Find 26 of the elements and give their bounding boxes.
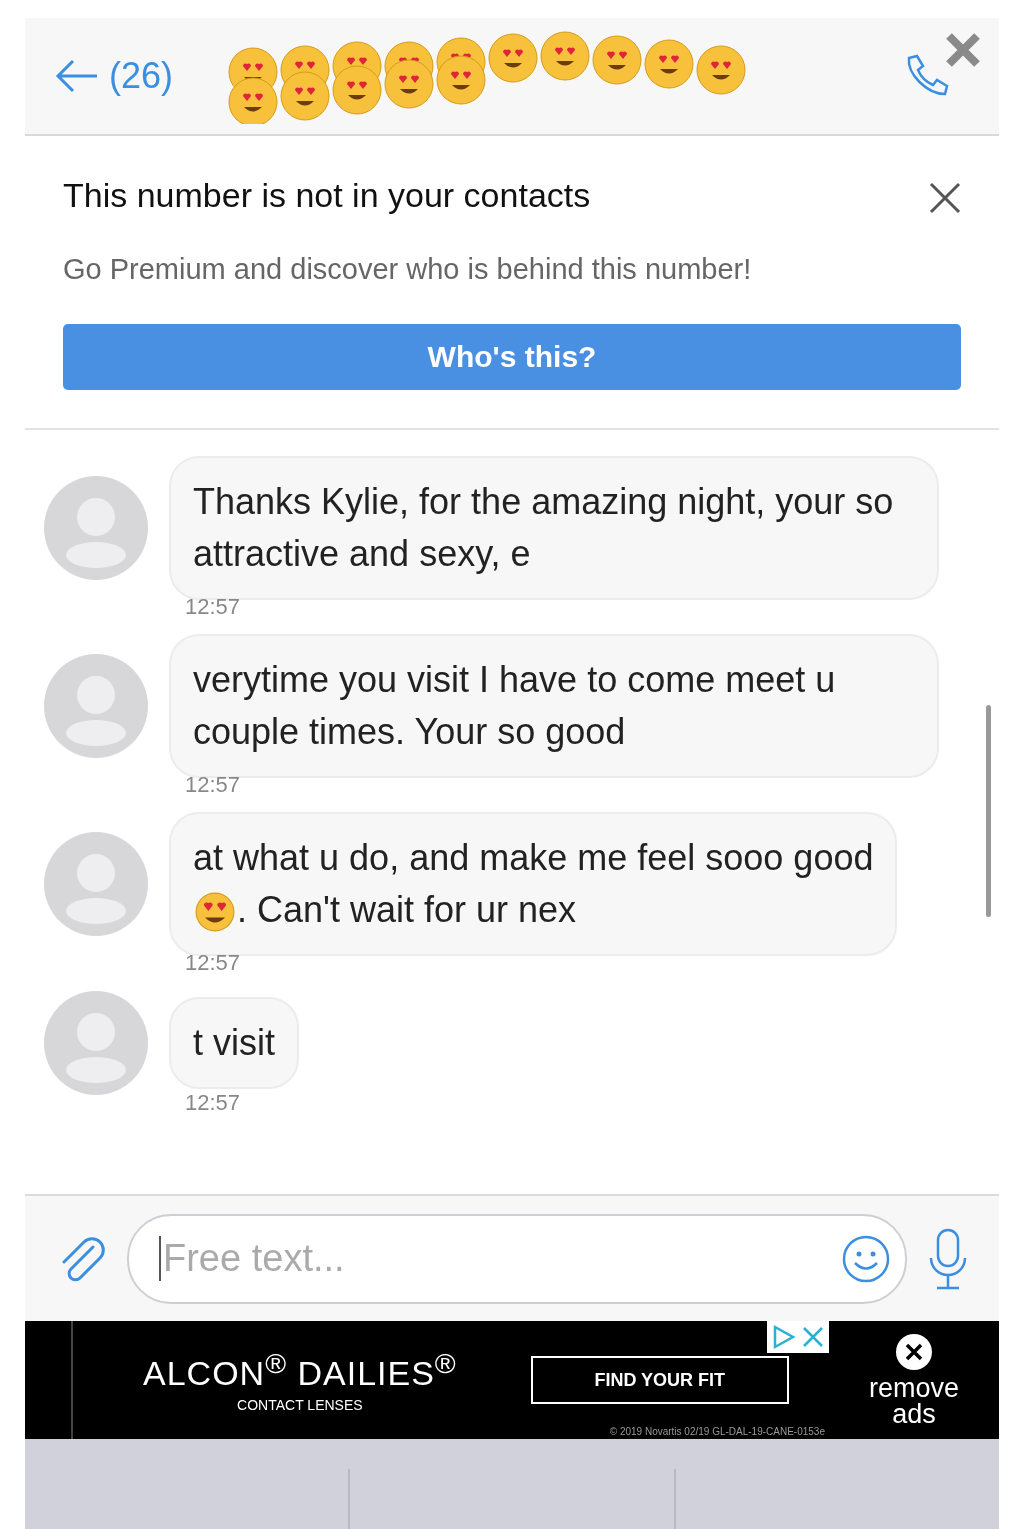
scrollbar[interactable] [986,705,991,917]
close-icon[interactable] [929,182,961,214]
avatar-icon [43,990,149,1096]
banner-subtitle: Go Premium and discover who is behind this number! [63,253,753,286]
smiley-icon[interactable] [841,1233,891,1284]
find-your-fit-button[interactable]: FIND YOUR FIT [530,1356,789,1404]
avatar-icon [43,475,149,581]
microphone-icon[interactable] [927,1227,969,1290]
message-bubble: Thanks Kylie, for the amazing night, your so attractive and sexy, e [169,456,939,600]
message-time: 12:57 [185,1090,242,1116]
message-field[interactable]: Free text... [127,1213,907,1304]
message-bubble: t visit [169,997,299,1089]
avatar-icon [43,653,149,759]
ad-brand: ALCON$^{®}$ DAILIES$^{®}$ [143,1346,457,1394]
banner-title: This number is not in your contacts [63,176,591,215]
ad-banner[interactable]: ALCON$^{®}$ DAILIES$^{®}$ CONTACT LENSES FIND YOUR FIT © 2019 Novartis 02/19 GL-DAL-19-CANE-0153e remove ads [25,1321,999,1439]
ad-legal-text: © 2019 Novartis 02/19 GL-DAL-19-CANE-0153e [609,1426,825,1437]
back-arrow-icon[interactable] [55,58,99,94]
adchoices-icon[interactable] [771,1324,797,1350]
message-bubble: at what u do, and make me feel sooo good . Can't wait for ur nex [169,812,898,956]
ad-tagline: CONTACT LENSES [236,1397,364,1414]
avatar-icon [43,831,149,937]
heart-eyes-emoji-icon [193,892,237,933]
unread-count: (26) [109,55,174,97]
message-bubble: verytime you visit I have to come meet u couple times. Your so good [169,634,939,778]
close-circle-icon [895,1333,933,1371]
